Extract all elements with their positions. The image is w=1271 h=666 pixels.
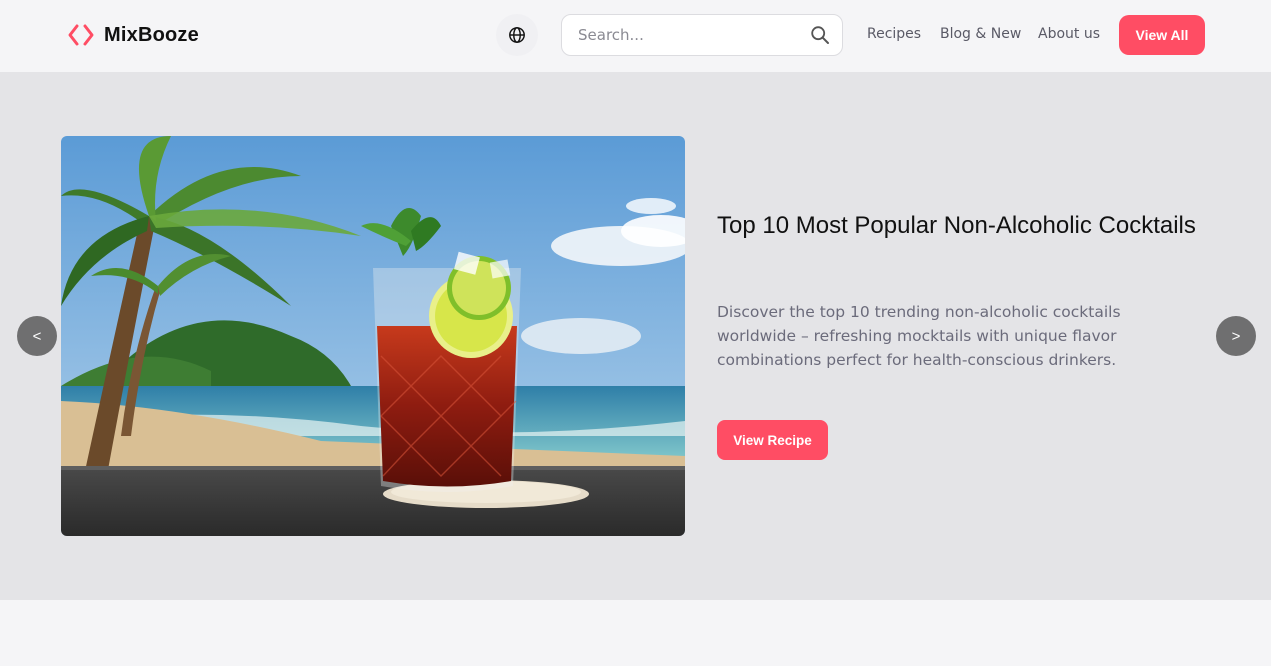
code-brackets-icon xyxy=(68,24,94,46)
nav-blog-news[interactable]: Blog & New xyxy=(940,26,1021,42)
search-box xyxy=(561,14,843,56)
search-icon[interactable] xyxy=(810,25,830,45)
hero-description: Discover the top 10 trending non-alcohol… xyxy=(717,303,1121,369)
globe-icon xyxy=(509,27,525,43)
view-recipe-button[interactable]: View Recipe xyxy=(717,420,828,460)
nav-recipes[interactable]: Recipes xyxy=(867,26,921,42)
nav-about-us[interactable]: About us xyxy=(1038,26,1100,42)
brand-name: MixBooze xyxy=(104,23,199,46)
search-input[interactable] xyxy=(578,26,810,44)
page-footer-area xyxy=(0,600,1271,666)
language-button[interactable] xyxy=(496,14,538,56)
hero-title: Top 10 Most Popular Non-Alcoholic Cockta… xyxy=(717,212,1196,239)
logo[interactable]: MixBooze xyxy=(68,22,199,48)
hero-image xyxy=(61,136,685,536)
carousel-next-button[interactable]: > xyxy=(1216,316,1256,356)
carousel-prev-button[interactable]: < xyxy=(17,316,57,356)
hero-carousel: Top 10 Most Popular Non-Alcoholic Cockta… xyxy=(0,72,1271,600)
site-header: MixBooze Recipes Blog & New About us Vie… xyxy=(0,0,1271,72)
view-all-button[interactable]: View All xyxy=(1119,15,1205,55)
cocktail-beach-image xyxy=(61,136,685,536)
